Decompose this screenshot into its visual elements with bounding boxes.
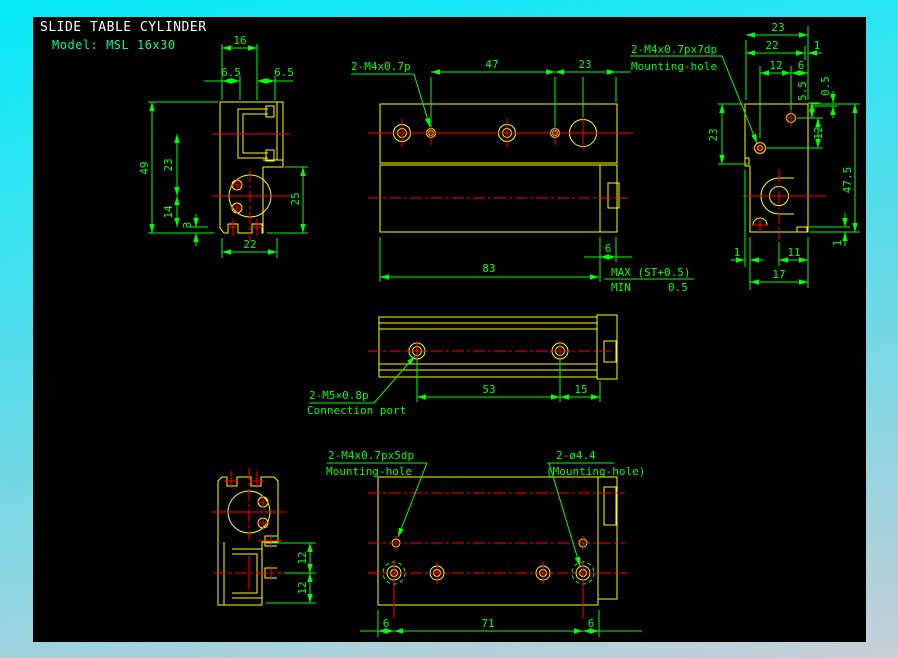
dim-25: 25 bbox=[289, 192, 302, 205]
cad-viewport[interactable]: SLIDE TABLE CYLINDER Model: MSL 16x30 16… bbox=[33, 17, 866, 642]
bottom-mount-callout: 2-M4x0.7px5dp bbox=[328, 449, 414, 462]
top-view-centerlines bbox=[368, 341, 612, 361]
dia-subcallout: (Mounting-hole) bbox=[546, 465, 645, 478]
front-view-labels: 2-M4x0.7p 47 23 6 83 MAX (ST+0.5) MIN 0.… bbox=[351, 58, 690, 294]
dim-16: 16 bbox=[233, 34, 246, 47]
dim-23: 23 bbox=[578, 58, 591, 71]
mounting-hole-subcallout: Mounting-hole bbox=[631, 60, 717, 73]
dim-47-5: 47.5 bbox=[841, 167, 854, 194]
dim-6-5-left: 6.5 bbox=[221, 66, 241, 79]
dim-0-5: 0.5 bbox=[819, 76, 832, 96]
dim-1-bottom: 1 bbox=[734, 246, 741, 259]
stroke-max-note: MAX (ST+0.5) bbox=[611, 266, 690, 279]
dim-23-left: 23 bbox=[707, 128, 720, 141]
mounting-hole-callout: 2-M4x0.7px7dp bbox=[631, 43, 717, 56]
dim-12-a: 12 bbox=[296, 551, 309, 564]
dim-5-5: 5.5 bbox=[796, 81, 809, 101]
dim-49: 49 bbox=[138, 161, 151, 174]
dia-callout: 2-ø4.4 bbox=[556, 449, 596, 462]
dim-3: 3 bbox=[181, 222, 194, 229]
dim-1-right: 1 bbox=[831, 240, 844, 247]
bottom-left-view: 12 12 bbox=[212, 468, 316, 606]
bottom-view-dimensions bbox=[327, 462, 642, 637]
top-view: 2-M5×0.8p Connection port 53 15 bbox=[307, 314, 618, 417]
right-view-labels: 2-M4x0.7px7dp Mounting-hole 23 22 1 12 6… bbox=[631, 21, 854, 281]
bottom-left-view-centerlines bbox=[212, 468, 286, 590]
dim-71: 71 bbox=[481, 617, 494, 630]
top-view-outline bbox=[378, 314, 618, 380]
cad-drawing: SLIDE TABLE CYLINDER Model: MSL 16x30 16… bbox=[40, 20, 860, 637]
left-side-view: 16 6.5 6.5 49 23 14 3 25 22 bbox=[138, 34, 308, 258]
dim-12-b: 12 bbox=[296, 581, 309, 594]
dim-6-left: 6 bbox=[383, 617, 390, 630]
port-subcallout: Connection port bbox=[307, 404, 406, 417]
dim-6-top: 6 bbox=[798, 59, 805, 72]
thread-callout: 2-M4x0.7p bbox=[351, 60, 411, 73]
dim-14: 14 bbox=[162, 205, 175, 219]
drawing-title: SLIDE TABLE CYLINDER bbox=[40, 20, 207, 35]
dim-12-right: 12 bbox=[812, 126, 825, 139]
top-view-labels: 2-M5×0.8p Connection port 53 15 bbox=[307, 383, 588, 417]
dim-6: 6 bbox=[605, 242, 612, 255]
model-label: Model: MSL 16x30 bbox=[52, 38, 176, 52]
dim-22: 22 bbox=[765, 39, 778, 52]
title-block: SLIDE TABLE CYLINDER Model: MSL 16x30 bbox=[40, 20, 207, 52]
dim-11: 11 bbox=[787, 246, 800, 259]
dim-83: 83 bbox=[482, 262, 495, 275]
dim-15: 15 bbox=[574, 383, 587, 396]
dim-53: 53 bbox=[482, 383, 495, 396]
bottom-view-centerlines bbox=[368, 492, 628, 618]
window-frame: SLIDE TABLE CYLINDER Model: MSL 16x30 16… bbox=[0, 0, 898, 658]
stroke-min-note: MIN bbox=[611, 281, 631, 294]
dim-47: 47 bbox=[485, 58, 498, 71]
dim-23: 23 bbox=[162, 158, 175, 171]
left-view-outline bbox=[219, 101, 284, 234]
bottom-mount-subcallout: Mounting-hole bbox=[326, 465, 412, 478]
dim-23-top: 23 bbox=[771, 21, 784, 34]
right-view-outline bbox=[744, 103, 809, 233]
right-side-view: 2-M4x0.7px7dp Mounting-hole 23 22 1 12 6… bbox=[630, 21, 860, 290]
port-callout: 2-M5×0.8p bbox=[309, 389, 369, 402]
stroke-min-value: 0.5 bbox=[668, 281, 688, 294]
bottom-view-labels: 2-M4x0.7px5dp Mounting-hole 2-ø4.4 (Moun… bbox=[326, 449, 645, 630]
dim-6-5-right: 6.5 bbox=[274, 66, 294, 79]
dim-12-top: 12 bbox=[769, 59, 782, 72]
dim-6-right: 6 bbox=[588, 617, 595, 630]
dim-22: 22 bbox=[243, 238, 256, 251]
dim-17: 17 bbox=[772, 268, 785, 281]
dim-1-top: 1 bbox=[814, 39, 821, 52]
bottom-view: 2-M4x0.7px5dp Mounting-hole 2-ø4.4 (Moun… bbox=[326, 449, 645, 637]
left-view-centerlines bbox=[212, 133, 290, 242]
front-view: 2-M4x0.7p 47 23 6 83 MAX (ST+0.5) MIN 0.… bbox=[351, 58, 694, 294]
